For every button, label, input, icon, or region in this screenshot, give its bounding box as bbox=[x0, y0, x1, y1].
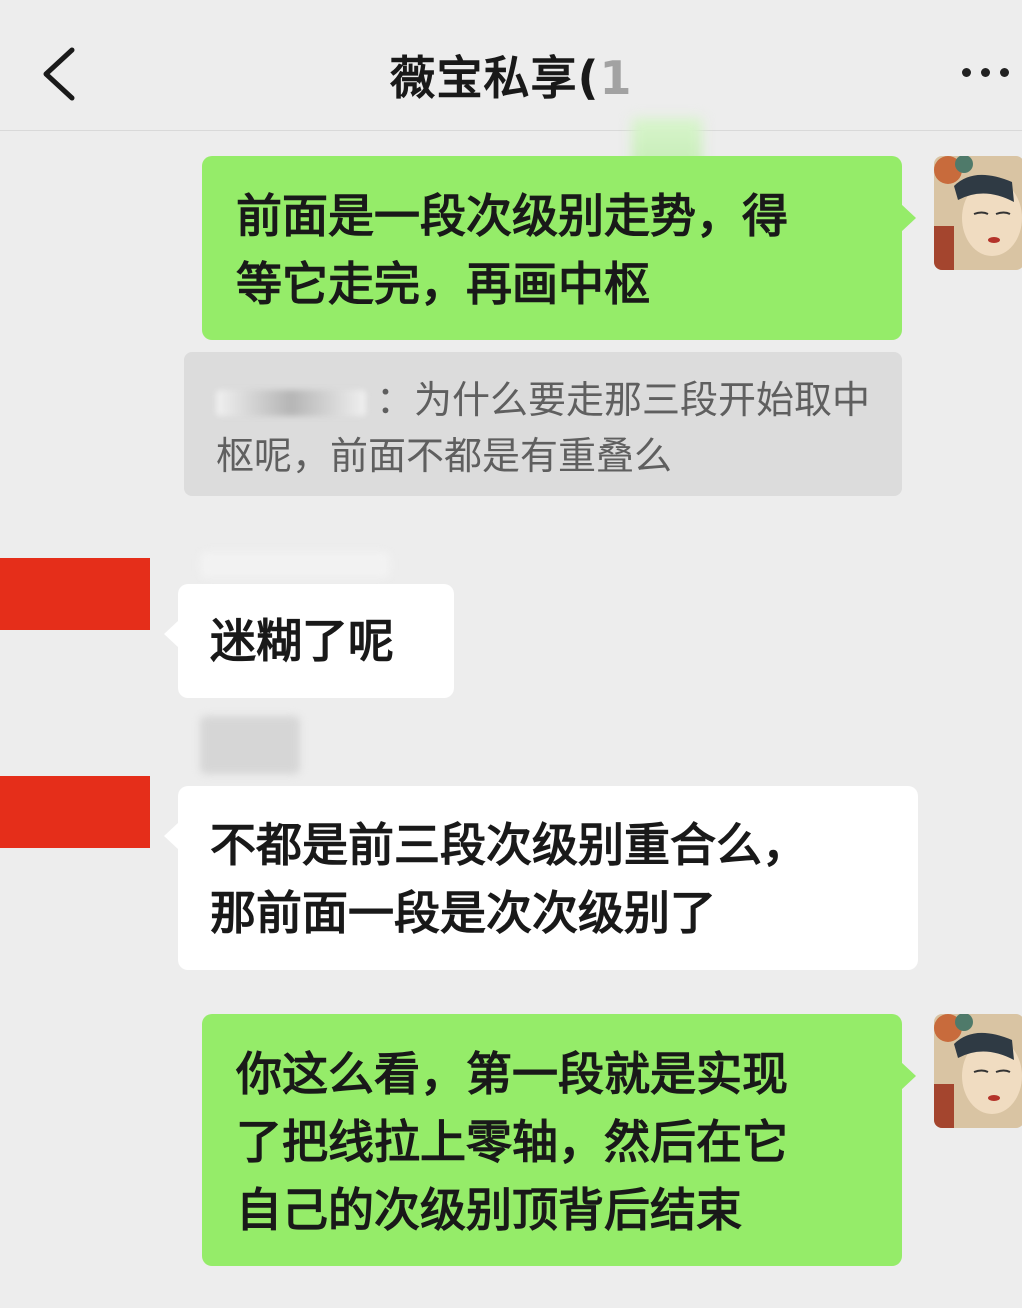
redacted-avatar bbox=[0, 558, 150, 630]
message-bubble-mine[interactable]: 你这么看，第一段就是实现 了把线拉上零轴，然后在它 自己的次级别顶背后结束 bbox=[202, 1014, 916, 1266]
sender-name-redacted bbox=[200, 552, 390, 578]
message-line: 前面是一段次级别走势，得 bbox=[236, 189, 788, 243]
avatar-portrait-icon bbox=[934, 1014, 1022, 1128]
redacted-avatar bbox=[0, 776, 150, 848]
bubble-tail bbox=[164, 822, 179, 850]
quote-separator: ： bbox=[376, 378, 415, 422]
redacted-name bbox=[216, 389, 366, 416]
message-line: 自己的次级别顶背后结束 bbox=[236, 1183, 742, 1237]
message-line: 不都是前三段次级别重合么， bbox=[210, 818, 808, 872]
bubble-tail bbox=[901, 1062, 916, 1090]
more-button[interactable] bbox=[962, 52, 1022, 92]
sender-name-redacted bbox=[200, 716, 300, 774]
message-line: 你这么看，第一段就是实现 bbox=[236, 1047, 788, 1101]
bubble-tail bbox=[901, 204, 916, 232]
bubble-tail bbox=[164, 620, 179, 648]
more-dot bbox=[1000, 68, 1009, 77]
chat-title: 薇宝私享(1 bbox=[0, 42, 1022, 108]
more-dot bbox=[962, 68, 971, 77]
avatar[interactable] bbox=[934, 156, 1022, 270]
more-dot bbox=[981, 68, 990, 77]
quoted-message[interactable]: ：为什么要走那三段开始取中枢呢，前面不都是有重叠么 bbox=[184, 352, 902, 496]
message-line: 迷糊了呢 bbox=[210, 614, 394, 668]
chat-header: 薇宝私享(1 bbox=[0, 0, 1022, 131]
message-bubble-theirs[interactable]: 不都是前三段次级别重合么， 那前面一段是次次级别了 bbox=[164, 786, 918, 970]
chat-title-count: 1 bbox=[599, 51, 633, 105]
message-line: 那前面一段是次次级别了 bbox=[210, 886, 716, 940]
avatar-portrait-icon bbox=[934, 156, 1022, 270]
message-bubble-theirs[interactable]: 迷糊了呢 bbox=[164, 584, 454, 698]
message-line: 了把线拉上零轴，然后在它 bbox=[236, 1115, 788, 1169]
message-line: 等它走完，再画中枢 bbox=[236, 257, 650, 311]
avatar[interactable] bbox=[934, 1014, 1022, 1128]
message-bubble-mine[interactable]: 前面是一段次级别走势，得 等它走完，再画中枢 bbox=[202, 156, 916, 340]
chat-title-text: 薇宝私享( bbox=[389, 51, 600, 105]
